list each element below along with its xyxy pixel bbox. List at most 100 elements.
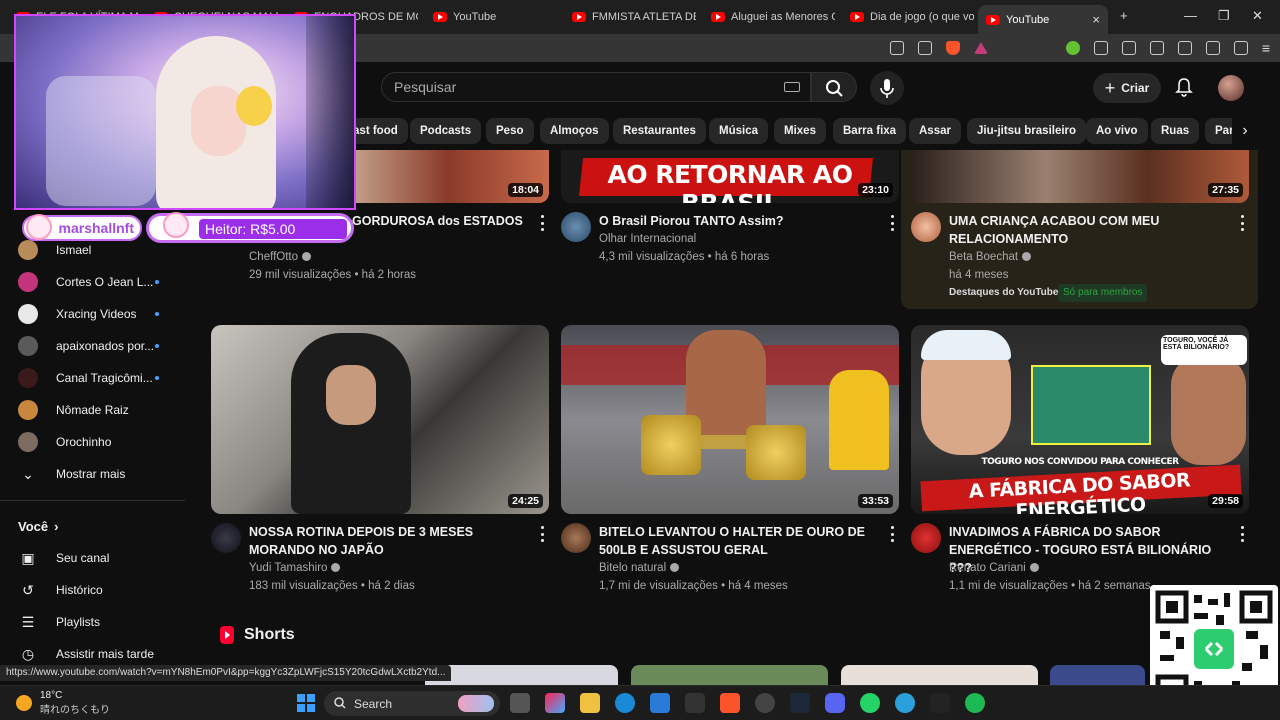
discord-icon[interactable] xyxy=(825,693,845,713)
channel-avatar[interactable] xyxy=(911,212,941,242)
search-input[interactable]: Pesquisar xyxy=(381,72,811,102)
menu-icon[interactable]: ≡ xyxy=(1262,40,1270,56)
create-button[interactable]: + Criar xyxy=(1093,73,1161,103)
restore-button[interactable]: ❐ xyxy=(1218,8,1230,24)
channel-name[interactable]: CheffOtto xyxy=(249,248,312,266)
video-title[interactable]: NOSSA ROTINA DEPOIS DE 3 MESES MORANDO N… xyxy=(249,523,534,559)
vpn-icon[interactable] xyxy=(1233,41,1248,55)
minimize-button[interactable]: — xyxy=(1184,8,1197,23)
browser-tab[interactable]: FMMISTA ATLETA DESA xyxy=(564,5,696,29)
more-options-icon[interactable] xyxy=(889,215,895,231)
sidebar-subscription[interactable]: Ismael xyxy=(18,238,91,262)
sidebar-item-playlists[interactable]: ☰ Playlists xyxy=(18,610,100,634)
cast-icon[interactable] xyxy=(889,41,904,55)
extensions-icon[interactable] xyxy=(1093,41,1108,55)
app-icon[interactable] xyxy=(685,693,705,713)
chip[interactable]: Jiu-jitsu brasileiro xyxy=(967,118,1087,144)
chip[interactable]: Música xyxy=(709,118,768,144)
search-button[interactable] xyxy=(811,72,857,102)
show-more-button[interactable]: ⌄ Mostrar mais xyxy=(18,462,125,486)
keyboard-icon[interactable] xyxy=(784,82,800,92)
more-options-icon[interactable] xyxy=(889,526,895,542)
browser-tab[interactable]: YouTube xyxy=(425,5,557,29)
chips-next-button[interactable]: › xyxy=(1232,118,1258,144)
short-thumbnail[interactable] xyxy=(425,665,618,685)
sidebar-item-your-channel[interactable]: ▣ Seu canal xyxy=(18,546,109,570)
sidebar-toggle-icon[interactable] xyxy=(1149,41,1164,55)
copilot-icon[interactable] xyxy=(545,693,565,713)
task-view-icon[interactable] xyxy=(510,693,530,713)
channel-name[interactable]: Beta Boechat xyxy=(949,248,1032,266)
channel-avatar[interactable] xyxy=(211,523,241,553)
sidebar-item-history[interactable]: ↺ Histórico xyxy=(18,578,103,602)
more-options-icon[interactable] xyxy=(539,215,545,231)
edge-icon[interactable] xyxy=(615,693,635,713)
you-section-header[interactable]: Você › xyxy=(18,514,58,538)
obs-icon[interactable] xyxy=(755,693,775,713)
video-title[interactable]: GORDUROSA dos ESTADOS xyxy=(352,212,542,230)
telegram-icon[interactable] xyxy=(895,693,915,713)
browser-tab[interactable]: Dia de jogo (o que voc xyxy=(842,5,974,29)
sidebar-item-watch-later[interactable]: ◷ Assistir mais tarde xyxy=(18,642,154,666)
channel-avatar[interactable] xyxy=(561,212,591,242)
brave-icon[interactable] xyxy=(720,693,740,713)
chip[interactable]: Podcasts xyxy=(410,118,482,144)
windows-start-icon[interactable] xyxy=(296,693,316,713)
chip[interactable]: Assar xyxy=(909,118,961,144)
sidebar-subscription[interactable]: Xracing Videos xyxy=(18,302,159,326)
share-icon[interactable] xyxy=(917,41,932,55)
sidebar-subscription[interactable]: apaixonados por... xyxy=(18,334,159,358)
epic-games-icon[interactable] xyxy=(930,693,950,713)
chip[interactable]: Peso xyxy=(486,118,534,144)
video-thumbnail[interactable]: TOGURO, VOCÊ JÁ ESTÁ BILIONÁRIO? TOGURO … xyxy=(911,325,1249,514)
close-tab-icon[interactable]: × xyxy=(1092,12,1100,27)
more-options-icon[interactable] xyxy=(1239,526,1245,542)
video-thumbnail[interactable]: 24:25 xyxy=(211,325,549,514)
video-thumbnail[interactable]: AO RETORNAR AO BRASIL 23:10 xyxy=(561,150,899,203)
channel-avatar[interactable] xyxy=(561,523,591,553)
video-title[interactable]: BITELO LEVANTOU O HALTER DE OURO DE 500L… xyxy=(599,523,879,559)
voice-search-button[interactable] xyxy=(870,71,904,105)
user-avatar[interactable] xyxy=(1218,75,1244,101)
video-title[interactable]: O Brasil Piorou TANTO Assim? xyxy=(599,212,879,230)
more-options-icon[interactable] xyxy=(1239,215,1245,231)
short-thumbnail[interactable] xyxy=(841,665,1038,685)
notifications-bell-icon[interactable] xyxy=(1175,77,1193,97)
chip[interactable]: Restaurantes xyxy=(613,118,706,144)
steam-icon[interactable] xyxy=(790,693,810,713)
video-thumbnail[interactable]: 33:53 xyxy=(561,325,899,514)
sidebar-subscription[interactable]: Canal Tragicômi... xyxy=(18,366,159,390)
chip[interactable]: Mixes xyxy=(774,118,826,144)
chip[interactable]: Ao vivo xyxy=(1086,118,1148,144)
channel-name[interactable]: Renato Cariani xyxy=(949,559,1039,577)
more-options-icon[interactable] xyxy=(539,526,545,542)
weather-widget[interactable]: 18°C 晴れのちくもり xyxy=(16,690,110,716)
whatsapp-icon[interactable] xyxy=(860,693,880,713)
channel-name[interactable]: Bitelo natural xyxy=(599,559,680,577)
channel-avatar[interactable] xyxy=(911,523,941,553)
channel-name[interactable]: Yudi Tamashiro xyxy=(249,559,341,577)
sidebar-subscription[interactable]: Nômade Raiz xyxy=(18,398,129,422)
file-explorer-icon[interactable] xyxy=(580,693,600,713)
wallet-icon[interactable] xyxy=(1177,41,1192,55)
screenshot-icon[interactable] xyxy=(1121,41,1136,55)
brave-rewards-icon[interactable] xyxy=(973,42,988,54)
brave-shield-icon[interactable] xyxy=(945,41,960,55)
store-icon[interactable] xyxy=(650,693,670,713)
chip[interactable]: Ruas xyxy=(1151,118,1200,144)
spotify-icon[interactable] xyxy=(965,693,985,713)
extension-status-icon[interactable] xyxy=(1065,41,1080,55)
video-title[interactable]: UMA CRIANÇA ACABOU COM MEU RELACIONAMENT… xyxy=(949,212,1229,248)
short-thumbnail[interactable] xyxy=(1050,665,1145,685)
browser-tab[interactable]: Aluguei as Menores Ca xyxy=(703,5,835,29)
channel-name[interactable]: Olhar Internacional xyxy=(599,230,696,248)
short-thumbnail[interactable] xyxy=(631,665,828,685)
video-thumbnail[interactable]: 27:35 xyxy=(911,150,1249,203)
leo-ai-icon[interactable] xyxy=(1205,41,1220,55)
new-tab-button[interactable]: + xyxy=(1120,8,1128,23)
chip[interactable]: Almoços xyxy=(540,118,609,144)
taskbar-search[interactable]: Search xyxy=(324,691,500,716)
close-window-button[interactable]: ✕ xyxy=(1252,8,1263,24)
sidebar-subscription[interactable]: Orochinho xyxy=(18,430,111,454)
chip[interactable]: Barra fixa xyxy=(833,118,907,144)
